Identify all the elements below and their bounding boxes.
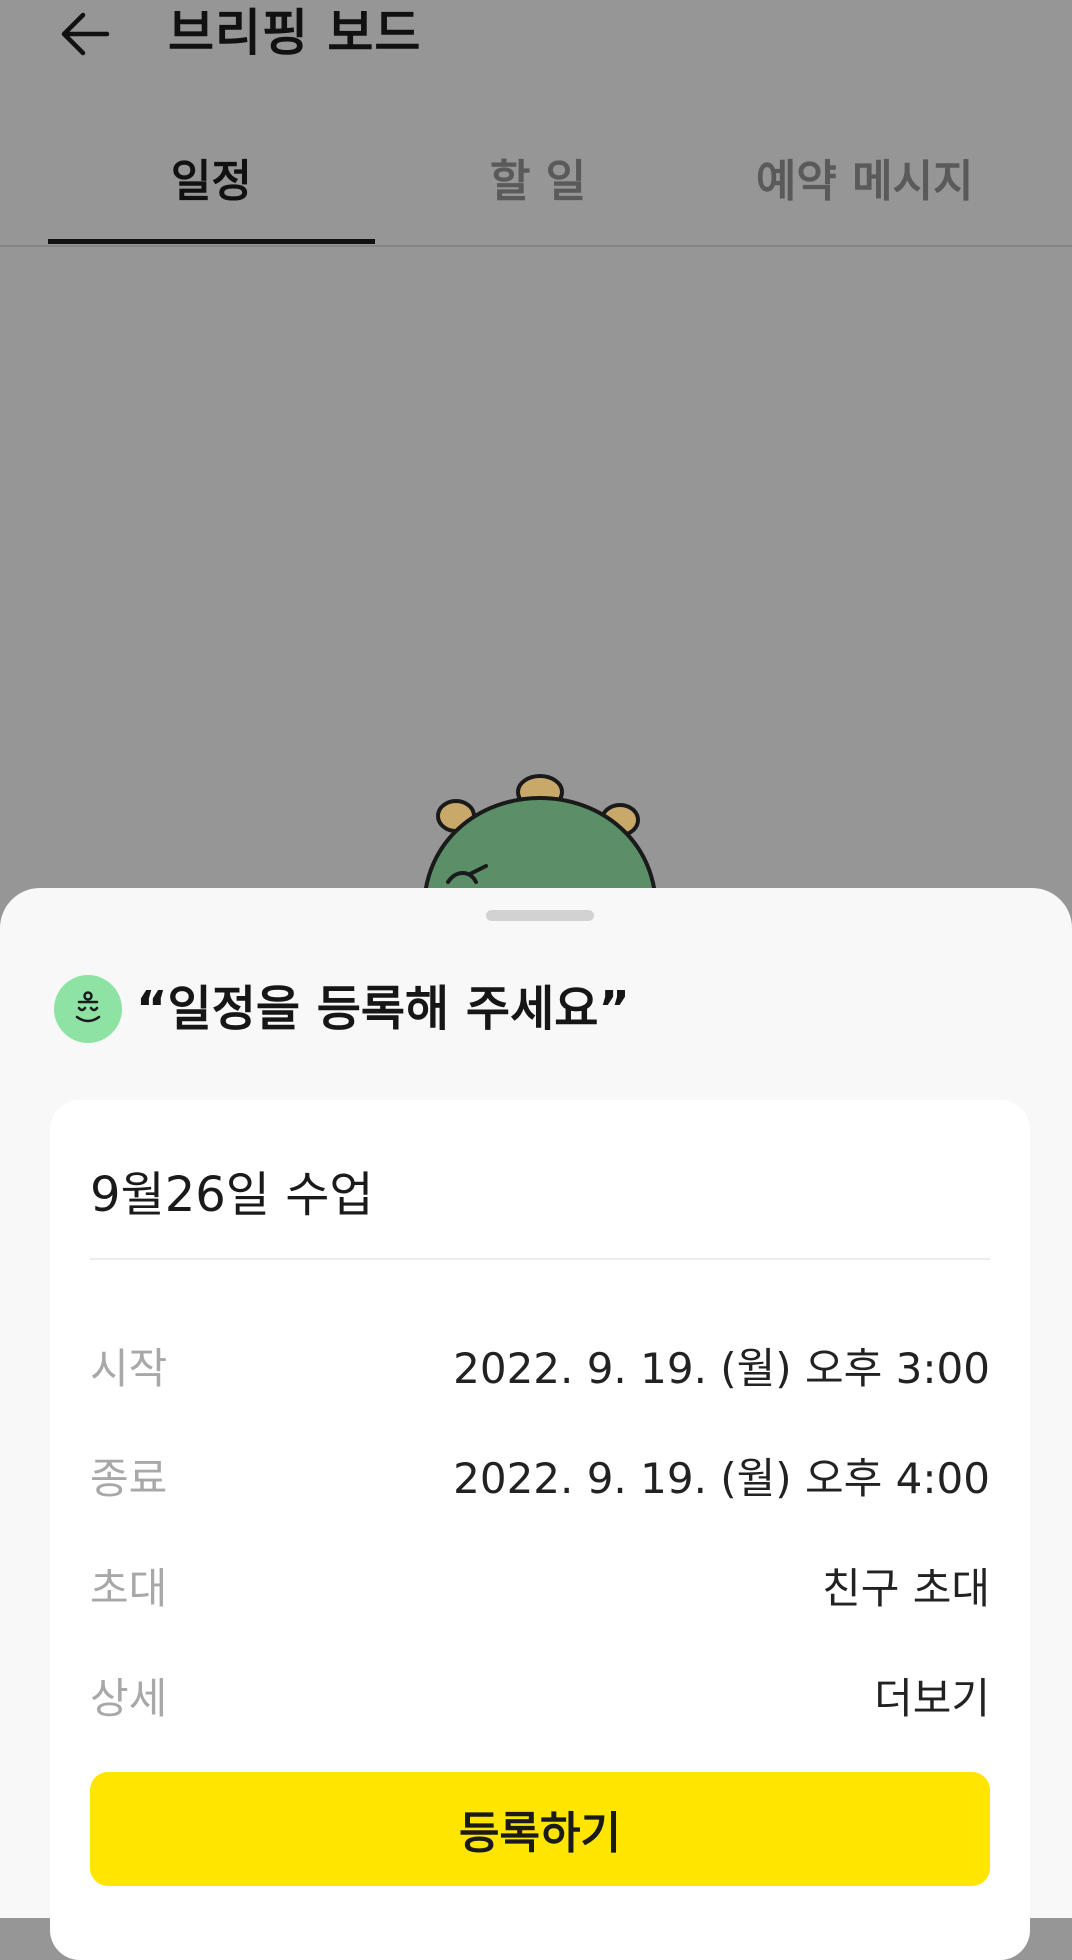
start-time-row[interactable]: 시작 2022. 9. 19. (월) 오후 3:00 — [90, 1330, 990, 1400]
drag-handle[interactable] — [486, 910, 594, 921]
sheet-header: “일정을 등록해 주세요” — [54, 974, 630, 1044]
register-button[interactable]: 등록하기 — [90, 1772, 990, 1886]
start-label: 시작 — [90, 1343, 168, 1393]
invite-friends-link[interactable]: 친구 초대 — [822, 1555, 990, 1616]
bot-face-icon — [54, 975, 122, 1043]
tabs-divider — [0, 245, 1072, 247]
tab-scheduled-message[interactable]: 예약 메시지 — [701, 140, 1028, 246]
event-title-field[interactable]: 9월26일 수업 — [90, 1160, 374, 1230]
sheet-title: “일정을 등록해 주세요” — [136, 981, 630, 1037]
bottom-sheet: “일정을 등록해 주세요” 9월26일 수업 시작 2022. 9. 19. (… — [0, 888, 1072, 1960]
end-label: 종료 — [90, 1453, 168, 1503]
more-link[interactable]: 더보기 — [874, 1665, 990, 1726]
arrow-left-icon — [57, 7, 111, 61]
back-button[interactable] — [52, 2, 116, 66]
app-bar: 브리핑 보드 — [0, 0, 1072, 70]
end-time-row[interactable]: 종료 2022. 9. 19. (월) 오후 4:00 — [90, 1440, 990, 1510]
event-card: 9월26일 수업 시작 2022. 9. 19. (월) 오후 3:00 종료 … — [50, 1100, 1030, 1960]
end-value[interactable]: 2022. 9. 19. (월) 오후 4:00 — [453, 1445, 990, 1506]
invite-label: 초대 — [90, 1563, 168, 1613]
tab-todo[interactable]: 할 일 — [375, 140, 702, 246]
start-value[interactable]: 2022. 9. 19. (월) 오후 3:00 — [453, 1335, 990, 1396]
page-title: 브리핑 보드 — [168, 4, 422, 62]
invite-row[interactable]: 초대 친구 초대 — [90, 1550, 990, 1620]
tab-bar: 일정 할 일 예약 메시지 — [48, 140, 1028, 246]
details-row[interactable]: 상세 더보기 — [90, 1660, 990, 1730]
tab-schedule[interactable]: 일정 — [48, 140, 375, 246]
divider — [90, 1258, 990, 1260]
details-label: 상세 — [90, 1673, 168, 1723]
